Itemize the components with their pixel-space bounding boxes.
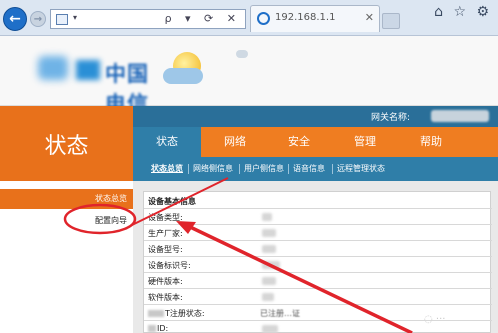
forward-button[interactable]: → <box>30 11 46 27</box>
browser-tab[interactable]: 192.168.1.1 ✕ <box>250 5 380 32</box>
submenu-status-overview[interactable]: 状态总览 <box>151 157 183 181</box>
row-value <box>262 245 276 253</box>
site-banner: 中国电信 <box>0 36 498 116</box>
forward-arrow-icon: → <box>33 13 43 25</box>
section-header: 状态 <box>0 106 133 181</box>
row-value <box>262 277 276 285</box>
cloud-graphic <box>236 50 248 58</box>
sidebar-item-label: 状态总览 <box>95 194 127 203</box>
row-value: 已注册…证 <box>260 309 300 318</box>
back-arrow-icon: ← <box>9 11 21 27</box>
device-info-panel: 设备基本信息 设备类型: 生产厂家: 设备型号: 设备标识号: 硬件版本: 软件… <box>143 191 492 333</box>
submenu-divider <box>188 164 189 174</box>
main-menu: 状态 网络 安全 管理 帮助 <box>133 127 498 157</box>
submenu-user-info[interactable]: 用户侧信息 <box>244 157 284 181</box>
row-label: 生产厂家: <box>148 229 183 238</box>
watermark: ◌ ··· <box>424 314 446 325</box>
back-button[interactable]: ← <box>3 7 27 31</box>
row-label-text: ID: <box>157 324 169 333</box>
row-label: 软件版本: <box>148 293 183 302</box>
row-value <box>262 293 274 301</box>
row-label: 设备型号: <box>148 245 183 254</box>
page: ← → ▾ ρ ▾ ⟳ ✕ 192.168.1.1 ✕ ⌂ ☆ ⚙ 中国电信 状… <box>0 0 498 333</box>
section-title: 设备基本信息 <box>148 197 196 206</box>
row-label: 硬件版本: <box>148 277 183 286</box>
page-title: 状态 <box>44 134 89 159</box>
table-row: 生产厂家: <box>144 224 492 240</box>
row-value <box>262 325 278 333</box>
submenu-divider <box>239 164 240 174</box>
browser-tools-icons[interactable]: ⌂ ☆ ⚙ <box>434 4 492 20</box>
gateway-strip: 网关名称: <box>133 106 498 127</box>
page-icon <box>56 14 68 25</box>
submenu-remote-mgmt[interactable]: 远程管理状态 <box>337 157 385 181</box>
row-label: 设备类型: <box>148 213 183 222</box>
row-label-text: T注册状态: <box>165 309 205 318</box>
left-sidebar: 状态总览 配置向导 <box>0 181 133 333</box>
sub-menu: 状态总览 网络侧信息 用户侧信息 语音信息 远程管理状态 <box>133 157 498 181</box>
isp-logo: 中国电信 <box>30 50 160 116</box>
submenu-voice-info[interactable]: 语音信息 <box>293 157 325 181</box>
gateway-name-label: 网关名称: <box>371 113 411 123</box>
sidebar-item-status-overview[interactable]: 状态总览 <box>0 189 133 209</box>
table-row: 设备标识号: <box>144 256 492 272</box>
redacted-prefix <box>148 325 156 332</box>
tab-title: 192.168.1.1 <box>275 12 336 23</box>
table-row: 硬件版本: <box>144 272 492 288</box>
menu-network[interactable]: 网络 <box>201 127 269 157</box>
ie-tab-icon <box>257 12 270 25</box>
address-dropdown-icon[interactable]: ▾ <box>73 13 77 22</box>
row-label: 设备标识号: <box>148 261 191 270</box>
menu-management[interactable]: 管理 <box>329 127 401 157</box>
submenu-network-info[interactable]: 网络侧信息 <box>193 157 233 181</box>
table-row: 设备类型: <box>144 208 492 224</box>
sun-cloud-graphic <box>163 46 209 92</box>
table-row: 设备型号: <box>144 240 492 256</box>
gateway-name-value <box>431 110 489 122</box>
menu-security[interactable]: 安全 <box>269 127 329 157</box>
row-label: ID: <box>148 324 254 333</box>
row-value <box>262 261 280 269</box>
row-label: T注册状态: <box>148 308 254 319</box>
address-tools[interactable]: ρ ▾ ⟳ ✕ <box>165 12 241 25</box>
main-content: 设备基本信息 设备类型: 生产厂家: 设备型号: 设备标识号: 硬件版本: 软件… <box>133 181 498 333</box>
sidebar-item-config-wizard[interactable]: 配置向导 <box>95 215 127 226</box>
table-row: 软件版本: <box>144 288 492 304</box>
submenu-divider <box>332 164 333 174</box>
address-bar[interactable]: ▾ ρ ▾ ⟳ ✕ <box>50 9 246 29</box>
menu-status[interactable]: 状态 <box>133 127 201 157</box>
browser-toolbar: ← → ▾ ρ ▾ ⟳ ✕ 192.168.1.1 ✕ ⌂ ☆ ⚙ <box>0 0 498 36</box>
row-value <box>262 213 272 221</box>
submenu-divider <box>288 164 289 174</box>
tab-close-icon[interactable]: ✕ <box>365 11 374 24</box>
menu-help[interactable]: 帮助 <box>401 127 461 157</box>
new-tab-button[interactable] <box>382 13 400 29</box>
redacted-prefix <box>148 310 164 317</box>
row-value <box>262 229 276 237</box>
